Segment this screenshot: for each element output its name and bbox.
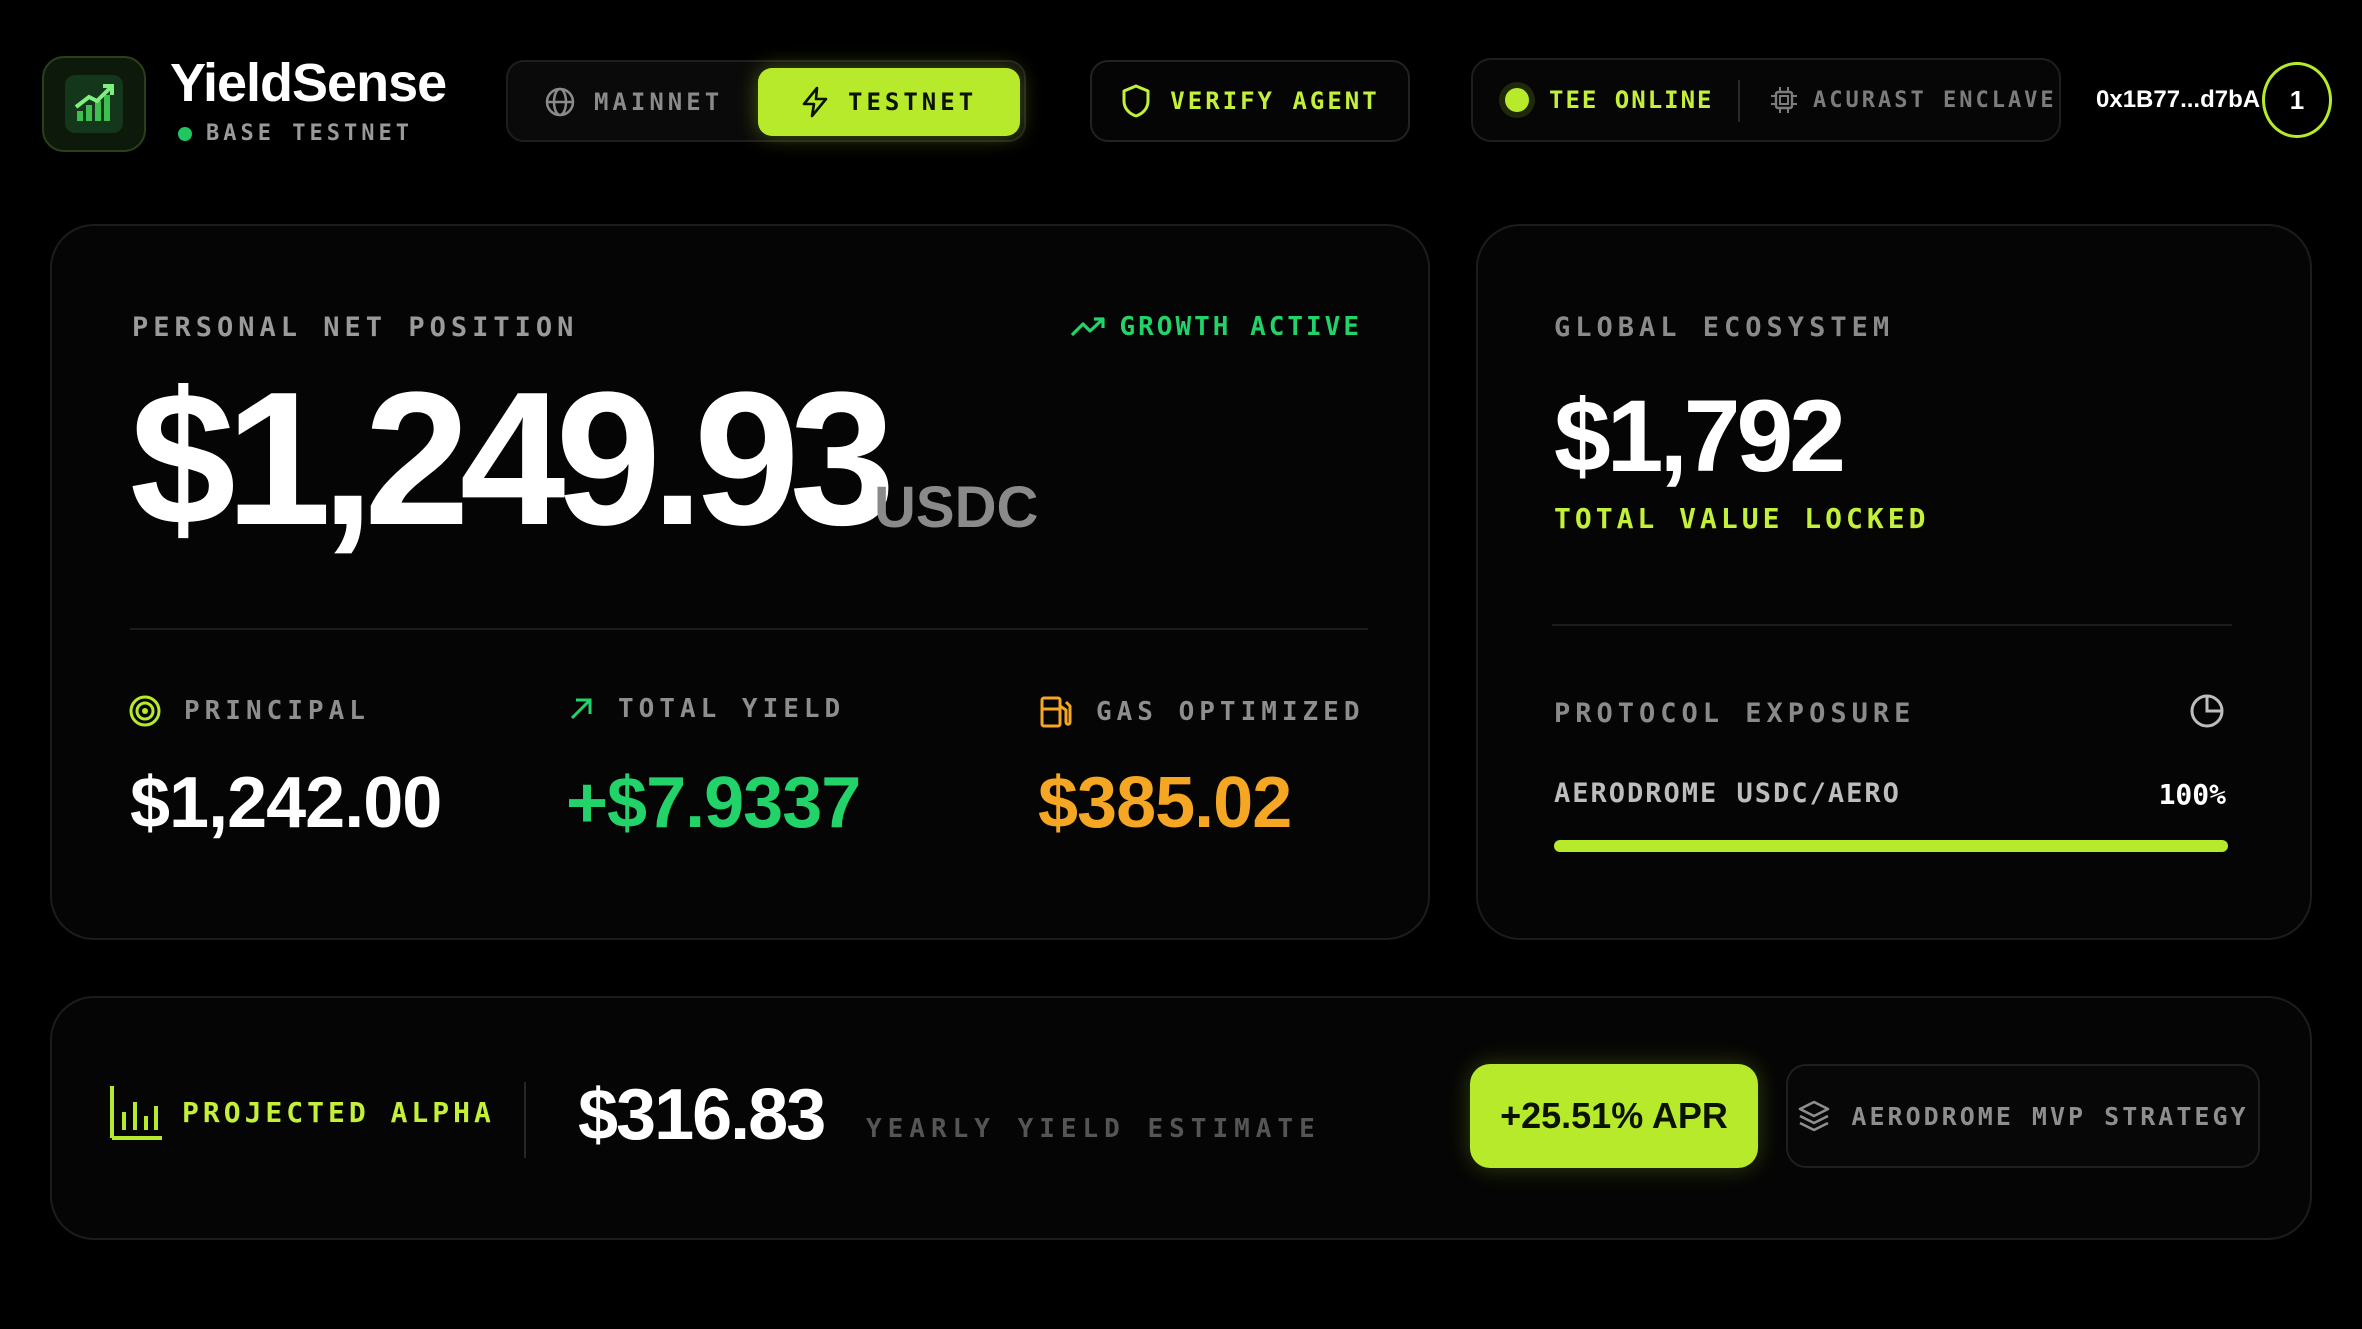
trend-up-icon xyxy=(1070,315,1106,339)
net-position-unit: USDC xyxy=(874,475,1039,540)
principal-value: $1,242.00 xyxy=(130,763,442,843)
projected-alpha-label: PROJECTED ALPHA xyxy=(182,1095,495,1129)
network-label: BASE TESTNET xyxy=(206,121,413,146)
status-dot xyxy=(1505,88,1529,112)
growth-status: GROWTH ACTIVE xyxy=(1070,312,1363,342)
tvl-label: TOTAL VALUE LOCKED xyxy=(1554,502,1930,535)
net-position-amount: $1,249.93 xyxy=(130,353,895,565)
projected-alpha-card: PROJECTED ALPHA $316.83 YEARLY YIELD EST… xyxy=(50,996,2312,1240)
divider xyxy=(1738,80,1740,122)
verify-agent-label: VERIFY AGENT xyxy=(1170,87,1380,115)
globe-icon xyxy=(544,86,576,118)
shield-icon xyxy=(1120,83,1152,119)
tee-status-pill: TEE ONLINE ACURAST ENCLAVE xyxy=(1471,58,2061,142)
total-yield-label: TOTAL YIELD xyxy=(618,694,846,724)
global-title: GLOBAL ECOSYSTEM xyxy=(1554,312,1895,343)
total-yield-label-row: TOTAL YIELD xyxy=(566,694,845,724)
gas-optimized-value: $385.02 xyxy=(1038,763,1292,843)
verify-agent-button[interactable]: VERIFY AGENT xyxy=(1090,60,1410,142)
tee-online-indicator: TEE ONLINE xyxy=(1505,60,1714,140)
personal-position-card: PERSONAL NET POSITION GROWTH ACTIVE $1,2… xyxy=(50,224,1430,940)
exposure-protocol-name: AERODROME USDC/AERO xyxy=(1554,778,1901,809)
network-switch: MAINNET TESTNET xyxy=(506,60,1026,142)
pie-chart-icon[interactable] xyxy=(2188,692,2226,730)
exposure-progress-fill xyxy=(1554,840,2228,852)
divider xyxy=(130,628,1368,630)
apr-button[interactable]: +25.51% APR xyxy=(1470,1064,1758,1168)
wallet-address[interactable]: 0x1B77...d7bA xyxy=(2096,86,2260,114)
strategy-label: AERODROME MVP STRATEGY xyxy=(1851,1101,2249,1131)
protocol-exposure-title: PROTOCOL EXPOSURE xyxy=(1554,698,1916,729)
growth-status-label: GROWTH ACTIVE xyxy=(1119,312,1362,342)
chip-icon xyxy=(1769,85,1799,115)
arrow-up-right-icon xyxy=(566,694,596,724)
tvl-amount: $1,792 xyxy=(1554,379,1846,493)
lightning-icon xyxy=(800,86,830,118)
mainnet-button[interactable]: MAINNET xyxy=(544,68,723,136)
target-icon xyxy=(128,694,162,728)
app-logo[interactable] xyxy=(42,56,146,152)
gas-optimized-label-row: GAS OPTIMIZED xyxy=(1038,694,1365,730)
global-ecosystem-card: GLOBAL ECOSYSTEM $1,792 TOTAL VALUE LOCK… xyxy=(1476,224,2312,940)
divider xyxy=(524,1082,526,1158)
principal-label: PRINCIPAL xyxy=(184,696,370,726)
testnet-label: TESTNET xyxy=(848,88,978,116)
enclave-label: ACURAST ENCLAVE xyxy=(1813,87,2057,113)
network-indicator: BASE TESTNET xyxy=(178,121,413,146)
principal-label-row: PRINCIPAL xyxy=(128,694,370,728)
total-yield-value: +$7.9337 xyxy=(566,763,861,843)
brand-name: YieldSense xyxy=(170,53,447,113)
yearly-yield-amount: $316.83 xyxy=(578,1075,826,1155)
testnet-button[interactable]: TESTNET xyxy=(758,68,1020,136)
fuel-pump-icon xyxy=(1038,694,1074,730)
exposure-percent: 100% xyxy=(2158,778,2226,811)
mainnet-label: MAINNET xyxy=(594,88,724,116)
tee-online-label: TEE ONLINE xyxy=(1549,86,1714,114)
exposure-progress-bar xyxy=(1554,840,2228,852)
projected-alpha-label-row: PROJECTED ALPHA xyxy=(108,1082,495,1142)
gas-optimized-label: GAS OPTIMIZED xyxy=(1096,697,1365,727)
divider xyxy=(1552,624,2232,626)
yearly-yield-label: YEARLY YIELD ESTIMATE xyxy=(866,1114,1321,1144)
bar-chart-icon xyxy=(108,1082,164,1142)
strategy-button[interactable]: AERODROME MVP STRATEGY xyxy=(1786,1064,2260,1168)
layers-icon xyxy=(1797,1099,1831,1133)
notification-badge[interactable]: 1 xyxy=(2262,62,2332,138)
status-dot xyxy=(178,126,192,141)
enclave-indicator: ACURAST ENCLAVE xyxy=(1769,60,2057,140)
growth-chart-icon xyxy=(65,75,123,133)
position-title: PERSONAL NET POSITION xyxy=(132,312,579,343)
